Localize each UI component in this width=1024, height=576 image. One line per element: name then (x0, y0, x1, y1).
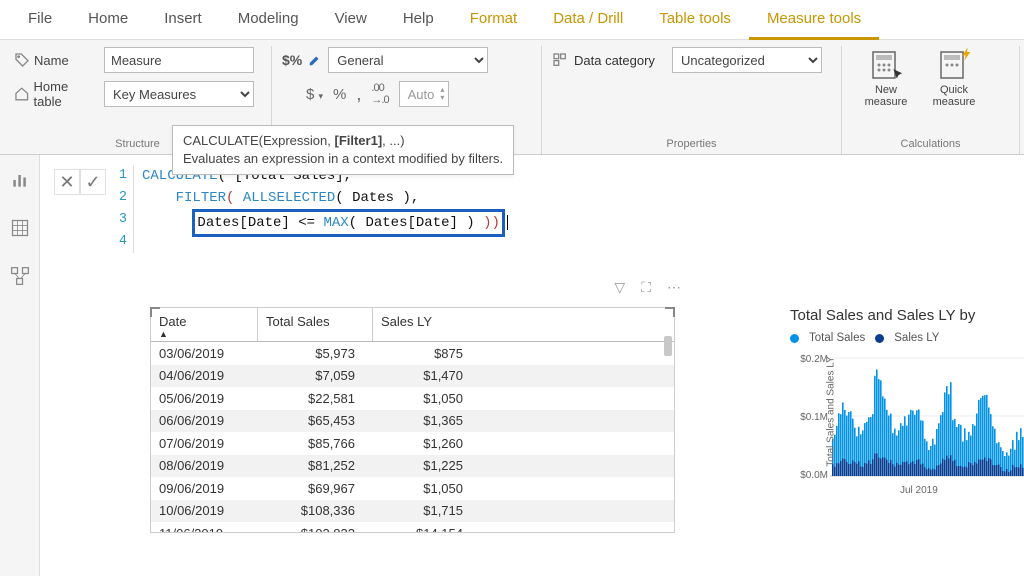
table-row[interactable]: 10/06/2019$108,336$1,715 (151, 500, 674, 523)
formula-commit-button[interactable]: ✓ (80, 169, 106, 195)
tab-home[interactable]: Home (70, 0, 146, 40)
group-properties-title: Properties (552, 136, 831, 154)
col-header-sales-ly[interactable]: Sales LY (373, 308, 493, 341)
formula-editor[interactable]: 1234 CALCULATE( [Total Sales], FILTER( A… (114, 165, 508, 253)
data-category-select[interactable]: Uncategorized (672, 47, 822, 73)
currency-button[interactable]: $ ▾ (306, 86, 323, 103)
tab-table-tools[interactable]: Table tools (641, 0, 749, 40)
data-category-label: Data category (574, 53, 666, 68)
svg-text:Jul 2019: Jul 2019 (900, 485, 938, 496)
decimals-button[interactable]: .00→.0 (371, 82, 388, 106)
col-header-date[interactable]: Date▲ (151, 308, 258, 341)
workspace: ✕ ✓ 1234 CALCULATE( [Total Sales], FILTE… (40, 155, 1024, 576)
formula-bar: ✕ ✓ 1234 CALCULATE( [Total Sales], FILTE… (54, 165, 508, 253)
pencil-icon (308, 53, 322, 67)
group-calculations-title: Calculations (852, 136, 1009, 154)
decimals-input[interactable]: Auto ▴▾ (399, 81, 450, 107)
table-row[interactable]: 06/06/2019$65,453$1,365 (151, 410, 674, 433)
table-row[interactable]: 04/06/2019$7,059$1,470 (151, 365, 674, 388)
filter-icon[interactable]: ▽ (614, 279, 625, 296)
lightning-icon (959, 46, 975, 62)
cursor-icon (891, 68, 905, 82)
chart-visual[interactable]: Total Sales and Sales LY by Total Sales … (790, 307, 1024, 501)
col-header-total-sales[interactable]: Total Sales (258, 308, 373, 341)
formula-cancel-button[interactable]: ✕ (54, 169, 80, 195)
table-row[interactable]: 11/06/2019$103,822$14,154 (151, 522, 674, 532)
focus-mode-icon[interactable]: ⛶ (641, 279, 651, 296)
ribbon-tabs: File Home Insert Modeling View Help Form… (0, 0, 1024, 40)
format-select[interactable]: General (328, 47, 488, 73)
legend-dot-2 (875, 334, 884, 343)
tab-data-drill[interactable]: Data / Drill (535, 0, 641, 40)
tab-measure-tools[interactable]: Measure tools (749, 0, 879, 40)
measure-name-input[interactable] (104, 47, 254, 73)
report-view-icon[interactable] (9, 169, 31, 191)
category-icon (552, 52, 568, 68)
tab-view[interactable]: View (317, 0, 385, 40)
code-line-3: FILTER( ALLSELECTED( Dates ), (142, 187, 508, 209)
ribbon: Name Home table Key Measures Structure $… (0, 40, 1024, 155)
left-nav-rail (0, 155, 40, 576)
intellisense-tooltip: CALCULATE(Expression, [Filter1], ...) Ev… (172, 125, 514, 175)
tab-format[interactable]: Format (452, 0, 536, 40)
table-row[interactable]: 05/06/2019$22,581$1,050 (151, 387, 674, 410)
chart-legend: Total Sales Sales LY (790, 332, 1024, 344)
comma-button[interactable]: , (356, 84, 361, 105)
home-table-label: Home table (14, 79, 98, 109)
svg-text:$0.0M: $0.0M (800, 470, 828, 481)
tab-file[interactable]: File (10, 0, 70, 40)
svg-text:$0.2M: $0.2M (800, 354, 828, 365)
calculator-lightning-icon (939, 50, 969, 80)
tab-help[interactable]: Help (385, 0, 452, 40)
table-row[interactable]: 07/06/2019$85,766$1,260 (151, 432, 674, 455)
new-measure-button[interactable]: New measure (858, 50, 914, 136)
model-view-icon[interactable] (9, 265, 31, 287)
percent-button[interactable]: % (333, 86, 346, 103)
quick-measure-button[interactable]: Quick measure (926, 50, 982, 136)
line-gutter: 1234 (114, 165, 134, 253)
table-header: Date▲ Total Sales Sales LY (151, 308, 674, 342)
chart-ylabel: Total Sales and Sales LY (826, 356, 837, 466)
more-options-icon[interactable]: ⋯ (667, 279, 681, 296)
tab-insert[interactable]: Insert (146, 0, 220, 40)
name-label: Name (14, 52, 98, 68)
code-line-4: Dates[Date] <= MAX( Dates[Date] ) )) (142, 209, 508, 237)
home-table-select[interactable]: Key Measures (104, 81, 254, 107)
home-icon (14, 86, 30, 102)
table-body: 03/06/2019$5,973$87504/06/2019$7,059$1,4… (151, 342, 674, 532)
chart-title: Total Sales and Sales LY by (790, 307, 1024, 324)
table-row[interactable]: 03/06/2019$5,973$875 (151, 342, 674, 365)
data-view-icon[interactable] (9, 217, 31, 239)
legend-dot-1 (790, 334, 799, 343)
scrollbar[interactable] (664, 336, 672, 356)
table-visual[interactable]: Date▲ Total Sales Sales LY 03/06/2019$5,… (150, 307, 675, 533)
visual-toolbar: ▽ ⛶ ⋯ (614, 279, 681, 296)
calculator-icon (871, 50, 901, 80)
tab-modeling[interactable]: Modeling (220, 0, 317, 40)
format-icon: $% (282, 52, 302, 68)
table-row[interactable]: 09/06/2019$69,967$1,050 (151, 477, 674, 500)
table-row[interactable]: 08/06/2019$81,252$1,225 (151, 455, 674, 478)
svg-text:$0.1M: $0.1M (800, 412, 828, 423)
tag-icon (14, 52, 30, 68)
